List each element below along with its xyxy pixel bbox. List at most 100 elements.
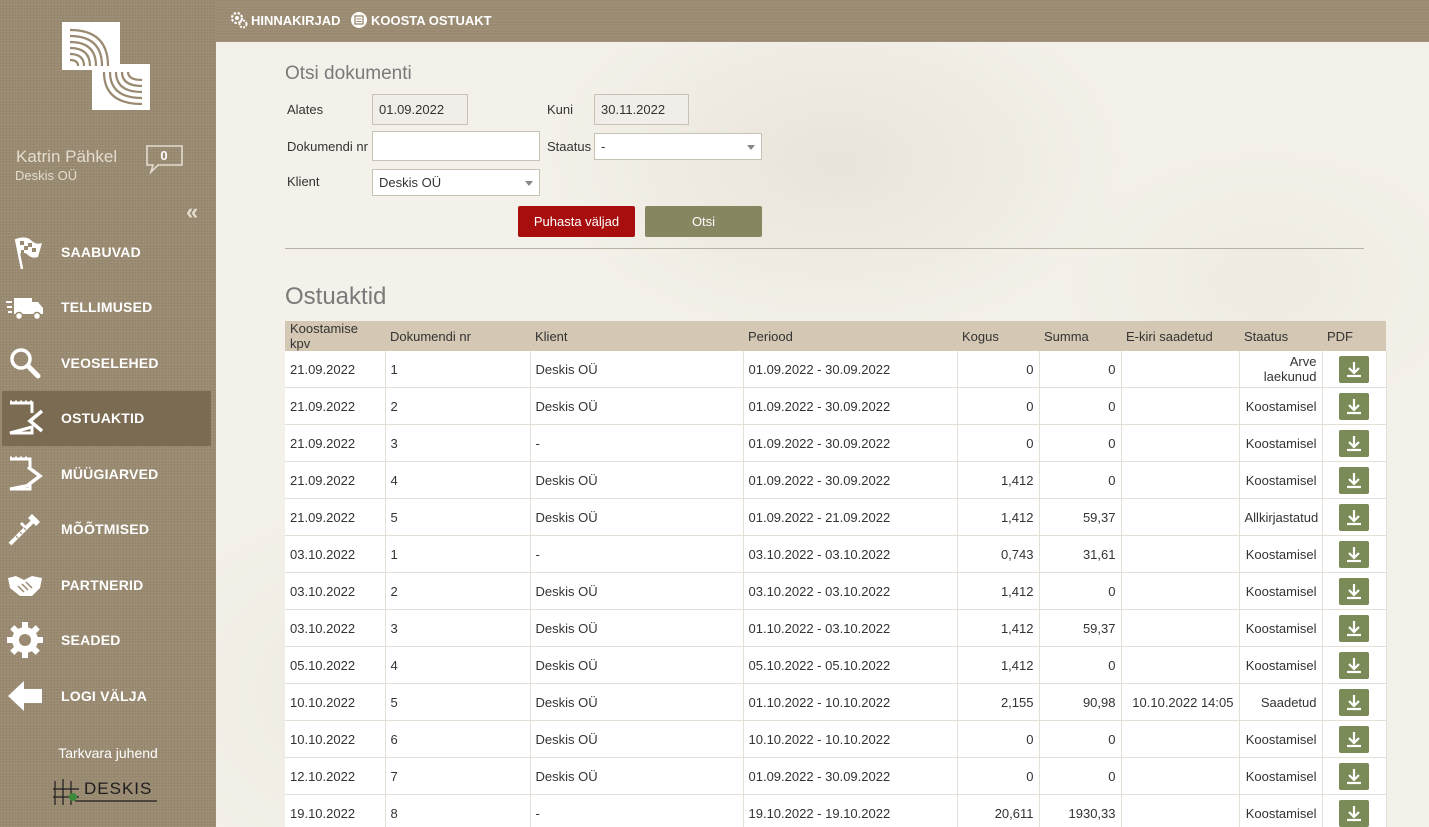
cell-quantity: 0,743 (957, 535, 1040, 573)
messages-button[interactable]: 0 (146, 145, 184, 175)
cell-status: Koostamisel (1239, 535, 1323, 573)
download-pdf-button[interactable] (1339, 577, 1369, 605)
table-row[interactable]: 03.10.2022 2 Deskis OÜ 03.10.2022 - 03.10.2… (285, 572, 1387, 610)
chevron-down-icon (525, 181, 533, 186)
cell-period: 03.10.2022 - 03.10.2022 (743, 572, 958, 610)
cell-status: Arve laekunud (1239, 351, 1323, 388)
download-pdf-button[interactable] (1339, 799, 1369, 827)
nav-item-muugiarved[interactable]: MÜÜGIARVED (0, 446, 216, 502)
cell-period: 05.10.2022 - 05.10.2022 (743, 646, 958, 684)
nav-item-partnerid[interactable]: PARTNERID (0, 557, 216, 613)
nav-item-moodtmised[interactable]: MÕÕTMISED (0, 502, 216, 558)
cell-sum: 0 (1039, 572, 1122, 610)
table-row[interactable]: 21.09.2022 4 Deskis OÜ 01.09.2022 - 30.09.2… (285, 461, 1387, 499)
clear-fields-button[interactable]: Puhasta väljad (518, 206, 635, 237)
cell-pdf (1322, 646, 1387, 684)
price-lists-link[interactable]: HINNAKIRJAD (230, 11, 341, 29)
table-row[interactable]: 21.09.2022 1 Deskis OÜ 01.09.2022 - 30.09.2… (285, 351, 1387, 388)
caliper-icon (8, 514, 40, 546)
cell-pdf (1322, 720, 1387, 758)
cell-client: - (530, 535, 744, 573)
download-icon (1347, 695, 1361, 711)
cell-pdf (1322, 535, 1387, 573)
table-row[interactable]: 05.10.2022 4 Deskis OÜ 05.10.2022 - 05.10.2… (285, 646, 1387, 684)
nav-item-veoselehed[interactable]: VEOSELEHED (0, 335, 216, 391)
cell-pdf (1322, 757, 1387, 795)
download-icon (1347, 547, 1361, 563)
cell-period: 01.09.2022 - 30.09.2022 (743, 461, 958, 499)
document-circle-icon (351, 12, 367, 28)
cell-period: 01.10.2022 - 03.10.2022 (743, 609, 958, 647)
client-select[interactable]: Deskis OÜ (372, 169, 540, 196)
download-icon (1347, 806, 1361, 822)
download-pdf-button[interactable] (1339, 355, 1369, 383)
cell-status: Koostamisel (1239, 424, 1323, 462)
cell-pdf (1322, 794, 1387, 827)
cell-date: 19.10.2022 (285, 794, 386, 827)
cell-client: Deskis OÜ (530, 498, 744, 536)
collapse-sidebar-button[interactable]: « (186, 199, 198, 225)
from-date-input[interactable] (372, 94, 468, 125)
nav-item-tellimused[interactable]: TELLIMUSED (0, 280, 216, 336)
table-row[interactable]: 10.10.2022 6 Deskis OÜ 10.10.2022 - 10.10.2… (285, 720, 1387, 758)
nav-label: SEADED (61, 632, 121, 649)
cell-status: Koostamisel (1239, 646, 1323, 684)
nav-label: VEOSELEHED (61, 354, 159, 371)
to-date-input[interactable] (594, 94, 689, 125)
column-header[interactable]: Staatus (1239, 321, 1322, 351)
column-header[interactable]: Koostamise kpv (285, 321, 385, 351)
table-row[interactable]: 03.10.2022 1-03.10.2022 - 03.10.2022 0,743… (285, 535, 1387, 573)
download-pdf-button[interactable] (1339, 540, 1369, 568)
download-icon (1347, 732, 1361, 748)
download-pdf-button[interactable] (1339, 392, 1369, 420)
table-row[interactable]: 10.10.2022 5 Deskis OÜ 01.10.2022 - 10.10.2… (285, 683, 1387, 721)
nav-item-saabuvad[interactable]: SAABUVAD (0, 224, 216, 280)
cell-document-nr: 2 (385, 387, 531, 425)
nav-item-logout[interactable]: LOGI VÄLJA (0, 668, 216, 724)
nav-item-ostuaktid[interactable]: OSTUAKTID (2, 390, 211, 446)
cell-period: 03.10.2022 - 03.10.2022 (743, 535, 958, 573)
nav-item-seaded[interactable]: SEADED (0, 613, 216, 669)
table-row[interactable]: 19.10.2022 8-19.10.2022 - 19.10.2022 20,61… (285, 794, 1387, 827)
download-pdf-button[interactable] (1339, 429, 1369, 457)
column-header[interactable]: Periood (743, 321, 957, 351)
cell-client: Deskis OÜ (530, 683, 744, 721)
download-pdf-button[interactable] (1339, 466, 1369, 494)
status-select[interactable]: - (594, 133, 762, 160)
table-row[interactable]: 12.10.2022 7 Deskis OÜ 01.09.2022 - 30.09.2… (285, 757, 1387, 795)
download-pdf-button[interactable] (1339, 688, 1369, 716)
user-company: Deskis OÜ (15, 168, 78, 183)
table-row[interactable]: 21.09.2022 3-01.09.2022 - 30.09.2022 0 0 Koo… (285, 424, 1387, 462)
column-header[interactable]: Klient (530, 321, 743, 351)
table-row[interactable]: 21.09.2022 5 Deskis OÜ 01.09.2022 - 21.09.2… (285, 498, 1387, 536)
divider (285, 248, 1364, 249)
table-row[interactable]: 21.09.2022 2 Deskis OÜ 01.09.2022 - 30.09.2… (285, 387, 1387, 425)
column-header[interactable]: Dokumendi nr (385, 321, 530, 351)
document-arrow-out-icon (9, 456, 43, 491)
cell-sum: 59,37 (1039, 609, 1122, 647)
cell-status: Koostamisel (1239, 461, 1323, 499)
table-row[interactable]: 03.10.2022 3 Deskis OÜ 01.10.2022 - 03.10.2… (285, 609, 1387, 647)
download-pdf-button[interactable] (1339, 651, 1369, 679)
download-pdf-button[interactable] (1339, 614, 1369, 642)
software-guide-link[interactable]: Tarkvara juhend (0, 745, 216, 761)
download-icon (1347, 399, 1361, 415)
download-pdf-button[interactable] (1339, 503, 1369, 531)
download-pdf-button[interactable] (1339, 725, 1369, 753)
column-header[interactable]: Kogus (957, 321, 1039, 351)
docnr-input[interactable] (372, 131, 540, 161)
create-act-link[interactable]: KOOSTA OSTUAKT (350, 11, 492, 29)
column-header[interactable]: Summa (1039, 321, 1121, 351)
cell-period: 19.10.2022 - 19.10.2022 (743, 794, 958, 827)
cell-document-nr: 4 (385, 461, 531, 499)
price-lists-label: HINNAKIRJAD (251, 12, 341, 28)
column-header[interactable]: E-kiri saadetud (1121, 321, 1239, 351)
from-label: Alates (287, 102, 324, 117)
download-pdf-button[interactable] (1339, 762, 1369, 790)
cell-pdf (1322, 498, 1387, 536)
cell-pdf (1322, 387, 1387, 425)
cell-pdf (1322, 424, 1387, 462)
cell-email-sent: 10.10.2022 14:05 (1121, 683, 1240, 721)
search-button[interactable]: Otsi (645, 206, 762, 237)
cell-quantity: 1,412 (957, 498, 1040, 536)
